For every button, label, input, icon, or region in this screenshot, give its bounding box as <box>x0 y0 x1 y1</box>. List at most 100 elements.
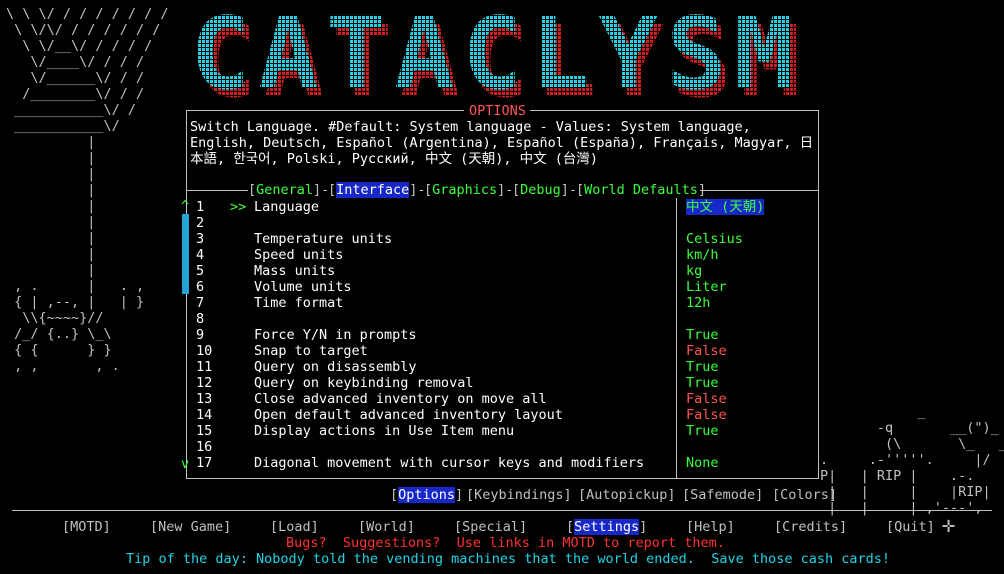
option-value[interactable]: True <box>686 359 719 375</box>
tab-bar-line <box>186 190 248 191</box>
bugs-notice: Bugs? Suggestions? Use links in MOTD to … <box>286 535 725 551</box>
rip-graves-ascii-art: _ -q __(")_ (\ \_ _/ . .-'''''. |/ P| | … <box>820 404 1004 516</box>
menu-credits[interactable]: [Credits] <box>774 519 847 535</box>
option-number: 12 <box>196 375 213 391</box>
option-row[interactable]: 11 Query on disassembly True <box>196 359 796 375</box>
submenu-label: Options <box>398 487 456 503</box>
submenu-label: Keybindings <box>474 487 564 503</box>
tab-debug[interactable]: [Debug]- <box>512 182 577 198</box>
option-row[interactable]: 9 Force Y/N in prompts True <box>196 327 796 343</box>
menu-special[interactable]: [Special] <box>454 519 527 535</box>
option-row[interactable]: 1 >> Language 中文 (天朝) <box>196 199 796 215</box>
option-value[interactable]: True <box>686 375 719 391</box>
option-name: Volume units <box>254 279 352 295</box>
option-description: Switch Language. #Default: System langua… <box>190 119 814 167</box>
submenu-label: Autopickup <box>586 487 668 503</box>
menu-label: New Game <box>158 519 224 535</box>
tab-label: Debug <box>520 182 561 198</box>
menu-label: Special <box>462 519 520 535</box>
option-number: 2 <box>196 215 205 231</box>
option-number: 5 <box>196 263 205 279</box>
option-value[interactable]: False <box>686 407 727 423</box>
submenu-keybindings[interactable]: [Keybindings] <box>466 487 572 503</box>
menu-label: Help <box>694 519 727 535</box>
options-frame-bottom <box>186 478 819 479</box>
banner-letter: C <box>190 4 250 104</box>
option-row[interactable]: 3 Temperature units Celsius <box>196 231 796 247</box>
option-number: 3 <box>196 231 205 247</box>
option-row[interactable]: 17 Diagonal movement with cursor keys and… <box>196 455 796 471</box>
tab-general[interactable]: [General]- <box>248 182 329 198</box>
option-row[interactable]: 7 Time format 12h <box>196 295 796 311</box>
scrollbar-thumb[interactable] <box>182 214 189 294</box>
option-value[interactable]: True <box>686 327 719 343</box>
selection-cursor: >> <box>230 199 247 215</box>
menu-settings[interactable]: [Settings] <box>566 519 647 535</box>
option-value[interactable]: False <box>686 391 727 407</box>
option-number: 14 <box>196 407 213 423</box>
option-row[interactable]: 6 Volume units Liter <box>196 279 796 295</box>
option-number: 13 <box>196 391 213 407</box>
tab-interface[interactable]: [Interface]- <box>328 182 426 198</box>
option-name: Speed units <box>254 247 344 263</box>
option-row[interactable]: 2 <box>196 215 796 231</box>
option-number: 1 <box>196 199 205 215</box>
scroll-down-arrow-icon[interactable]: v <box>181 456 189 472</box>
menu-new-game[interactable]: [New Game] <box>150 519 231 535</box>
submenu-label: Safemode <box>690 487 756 503</box>
option-name: Close advanced inventory on move all <box>254 391 547 407</box>
option-value[interactable]: True <box>686 423 719 439</box>
option-row[interactable]: 8 <box>196 311 796 327</box>
options-title: OPTIONS <box>469 103 526 119</box>
tip-of-the-day: Tip of the day: Nobody told the vending … <box>126 551 891 567</box>
option-name: Query on keybinding removal <box>254 375 474 391</box>
banner-letter: Y <box>598 4 658 104</box>
menu-label: Settings <box>574 519 640 535</box>
submenu-colors[interactable]: [Colors] <box>772 487 837 503</box>
option-row[interactable]: 4 Speed units km/h <box>196 247 796 263</box>
tab-world-defaults[interactable]: [World Defaults] <box>576 182 706 198</box>
menu-world[interactable]: [World] <box>358 519 415 535</box>
menu-help[interactable]: [Help] <box>686 519 735 535</box>
option-row[interactable]: 13 Close advanced inventory on move all Fa… <box>196 391 796 407</box>
submenu-autopickup[interactable]: [Autopickup] <box>578 487 676 503</box>
banner-letter: A <box>394 4 454 104</box>
menu-motd[interactable]: [MOTD] <box>62 519 111 535</box>
submenu-label: Colors <box>780 487 829 503</box>
option-value[interactable]: 中文 (天朝) <box>686 199 765 215</box>
option-row[interactable]: 14 Open default advanced inventory layout… <box>196 407 796 423</box>
left-ascii-art: \ \ \/ / / / / / / / \ \/\/ / / / / / / … <box>6 6 169 374</box>
option-value[interactable]: 12h <box>686 295 710 311</box>
submenu-options[interactable]: [Options] <box>390 487 463 503</box>
banner-letter: T <box>326 4 386 104</box>
option-row[interactable]: 5 Mass units kg <box>196 263 796 279</box>
option-name: Open default advanced inventory layout <box>254 407 563 423</box>
option-value[interactable]: kg <box>686 263 702 279</box>
banner-letter: A <box>258 4 318 104</box>
tab-label: General <box>256 182 314 198</box>
option-row[interactable]: 16 <box>196 439 796 455</box>
option-row[interactable]: 12 Query on keybinding removal True <box>196 375 796 391</box>
option-value[interactable]: Celsius <box>686 231 743 247</box>
option-row[interactable]: 10 Snap to target False <box>196 343 796 359</box>
tab-label: Interface <box>336 182 410 198</box>
menu-quit[interactable]: [Quit] <box>886 519 935 535</box>
option-value[interactable]: False <box>686 343 727 359</box>
option-row[interactable]: 15 Display actions in Use Item menu True <box>196 423 796 439</box>
submenu-safemode[interactable]: [Safemode] <box>682 487 763 503</box>
tab-graphics[interactable]: [Graphics]- <box>424 182 513 198</box>
option-number: 15 <box>196 423 213 439</box>
option-value[interactable]: None <box>686 455 719 471</box>
option-name: Time format <box>254 295 344 311</box>
option-value[interactable]: km/h <box>686 247 719 263</box>
option-value[interactable]: Liter <box>686 279 727 295</box>
scroll-up-arrow-icon[interactable]: ^ <box>181 198 189 214</box>
option-number: 8 <box>196 311 205 327</box>
option-name: Snap to target <box>254 343 368 359</box>
option-number: 6 <box>196 279 205 295</box>
tab-label: Graphics <box>432 182 498 198</box>
banner-letter: C <box>462 4 522 104</box>
menu-label: Credits <box>782 519 840 535</box>
menu-load[interactable]: [Load] <box>270 519 319 535</box>
option-name: Temperature units <box>254 231 393 247</box>
